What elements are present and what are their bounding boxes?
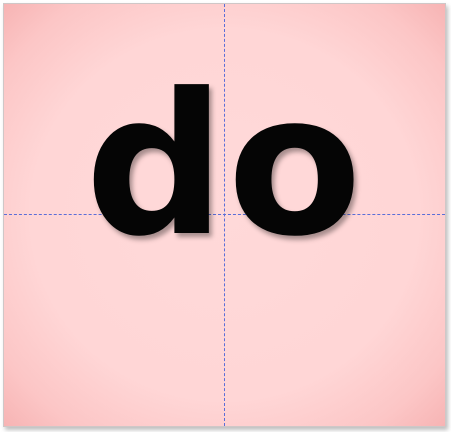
card-word: do: [85, 52, 364, 280]
word-card: do: [3, 3, 446, 427]
